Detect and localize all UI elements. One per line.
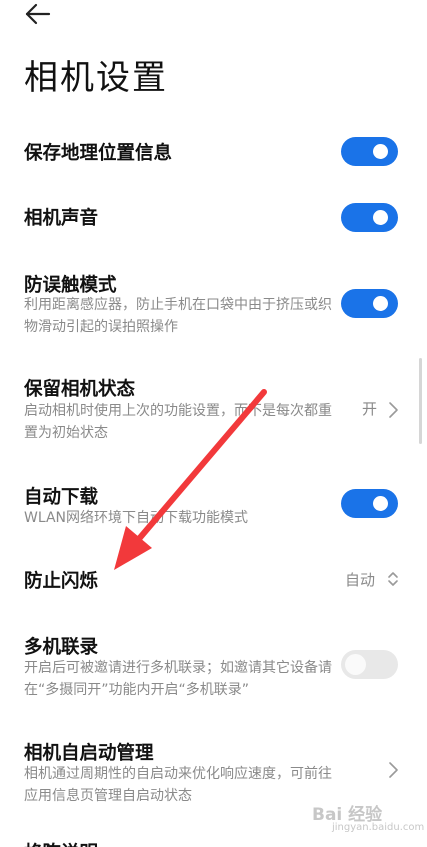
setting-title: 格陈说明 <box>24 839 98 847</box>
scrollbar[interactable] <box>419 358 422 444</box>
page-title: 相机设置 <box>24 58 168 98</box>
setting-value: 开 <box>362 400 378 418</box>
chevron-right-icon <box>389 762 398 778</box>
setting-title: 自动下载 <box>24 487 99 508</box>
setting-description: 开启后可被邀请进行多机联录；如邀请其它设备请在“多摄同开”功能内开启“多机联录” <box>24 660 332 698</box>
setting-title: 相机声音 <box>24 208 99 229</box>
watermark-url: jingyan.baidu.com <box>332 822 425 833</box>
toggle-knob <box>373 144 388 159</box>
chevron-right-icon <box>389 402 398 418</box>
anti-mistouch-toggle[interactable] <box>341 289 398 318</box>
setting-camera-sound[interactable]: 相机声音 <box>0 195 427 239</box>
setting-multi-device-recording[interactable]: 多机联录 开启后可被邀请进行多机联录；如邀请其它设备请在“多摄同开”功能内开启“… <box>0 630 427 706</box>
setting-description: 相机通过周期性的自启动来优化响应速度，可前往应用信息页管理自启动状态 <box>24 766 332 804</box>
setting-title: 相机自启动管理 <box>24 743 154 764</box>
setting-auto-download[interactable]: 自动下载 WLAN网络环境下自动下载功能模式 <box>0 480 427 536</box>
setting-anti-mistouch[interactable]: 防误触模式 利用距离感应器，防止手机在口袋中由于挤压或织物滑动引起的误拍照操作 <box>0 268 427 344</box>
setting-value: 自动 <box>345 571 376 589</box>
arrow-left-icon <box>25 3 51 25</box>
setting-title: 保留相机状态 <box>24 379 136 400</box>
toggle-knob <box>373 296 388 311</box>
setting-title: 保存地理位置信息 <box>24 143 173 164</box>
setting-description: WLAN网络环境下自动下载功能模式 <box>24 510 249 526</box>
multi-device-toggle[interactable] <box>341 650 398 679</box>
setting-anti-flicker[interactable]: 防止闪烁 自动 <box>0 564 427 598</box>
setting-title: 多机联录 <box>24 637 99 658</box>
sound-toggle[interactable] <box>341 203 398 232</box>
setting-title: 防止闪烁 <box>24 571 99 592</box>
setting-save-location[interactable]: 保存地理位置信息 <box>0 130 427 174</box>
setting-description: 启动相机时使用上次的功能设置，而不是每次都重置为初始状态 <box>24 403 332 441</box>
setting-keep-camera-state[interactable]: 保留相机状态 启动相机时使用上次的功能设置，而不是每次都重置为初始状态 开 <box>0 372 427 448</box>
location-toggle[interactable] <box>341 137 398 166</box>
setting-description: 利用距离感应器，防止手机在口袋中由于挤压或织物滑动引起的误拍照操作 <box>24 297 332 335</box>
toggle-knob <box>373 210 388 225</box>
toggle-knob <box>345 654 366 675</box>
auto-download-toggle[interactable] <box>341 489 398 518</box>
chevron-up-down-icon <box>388 572 398 586</box>
back-button[interactable] <box>24 2 52 26</box>
toggle-knob <box>373 496 388 511</box>
watermark-logo: Bai 经验 jingyan.baidu.com <box>308 800 424 844</box>
